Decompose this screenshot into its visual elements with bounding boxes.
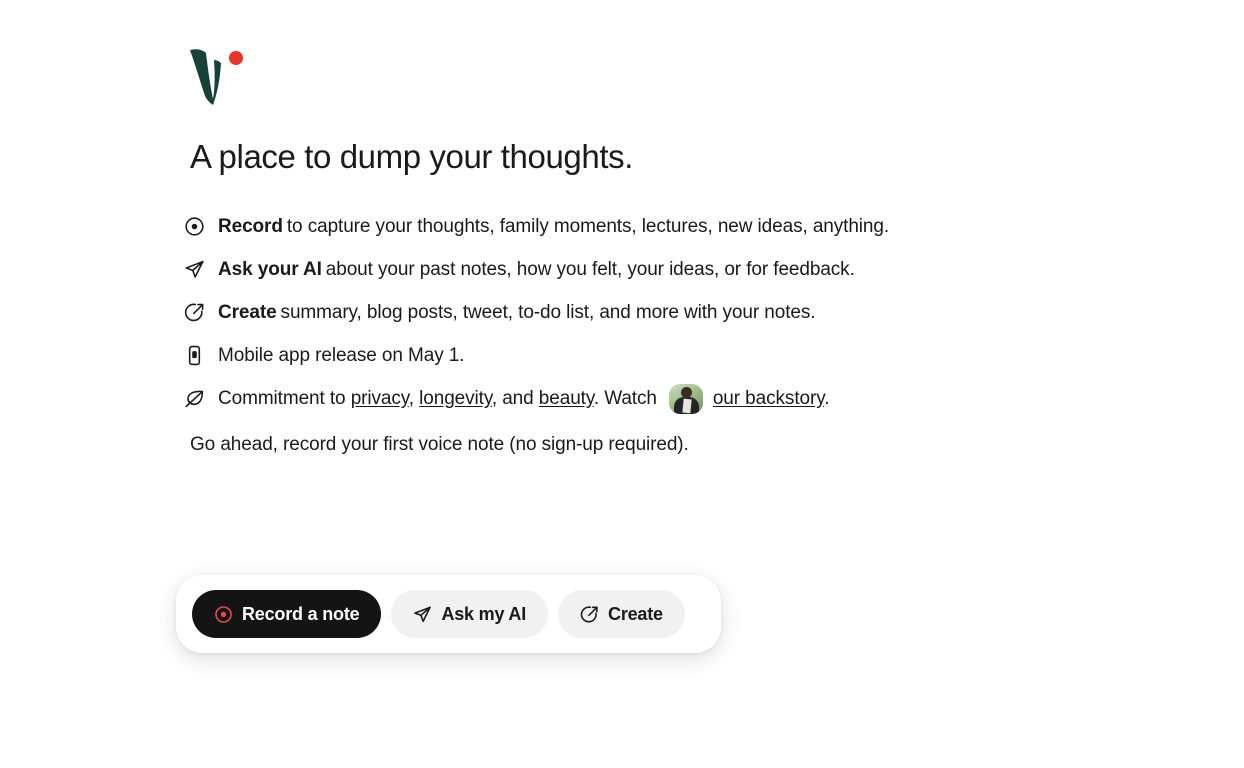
feature-text-ask: Ask your AI about your past notes, how yo…: [218, 258, 855, 282]
avatar-shirt: [682, 398, 692, 413]
founder-avatar[interactable]: [668, 383, 703, 414]
beauty-link[interactable]: beauty: [539, 388, 594, 409]
ask-my-ai-label: Ask my AI: [441, 603, 527, 624]
feature-row-commitment: Commitment to privacy, longevity, and be…: [184, 377, 1184, 420]
commitment-period: .: [824, 387, 830, 409]
feature-rest-record: to capture your thoughts, family moments…: [286, 215, 890, 237]
backstory-link[interactable]: our backstory: [713, 388, 824, 409]
feature-lead-ask: Ask your AI: [218, 258, 322, 280]
privacy-link[interactable]: privacy: [351, 388, 409, 409]
cta-toolbar: Record a note Ask my AI Create: [176, 575, 721, 653]
feature-lead-record: Record: [218, 215, 283, 237]
commitment-prefix: Commitment to: [218, 387, 346, 409]
brand-logo[interactable]: [186, 44, 246, 106]
record-circle-icon: [184, 214, 210, 240]
commitment-comma-1: ,: [408, 387, 414, 409]
page-title: A place to dump your thoughts.: [190, 138, 633, 175]
feature-text-mobile: Mobile app release on May 1.: [218, 344, 465, 368]
mobile-phone-icon: [184, 343, 210, 369]
feature-row-record: Record to capture your thoughts, family m…: [184, 205, 1184, 248]
feature-row-create: Create summary, blog posts, tweet, to-do …: [184, 291, 1184, 334]
feature-text-record: Record to capture your thoughts, family m…: [218, 215, 889, 239]
landing-page: A place to dump your thoughts. Record to …: [0, 0, 1244, 768]
commitment-comma-2: , and: [491, 387, 534, 409]
feature-rest-create: summary, blog posts, tweet, to-do list, …: [280, 301, 816, 323]
feature-list: Record to capture your thoughts, family m…: [184, 205, 1184, 420]
feature-rest-mobile: Mobile app release on May 1.: [218, 344, 465, 366]
leaf-icon: [184, 386, 210, 412]
paper-plane-icon: [184, 257, 210, 283]
logo-dot: [229, 51, 243, 65]
feature-rest-ask: about your past notes, how you felt, you…: [325, 258, 855, 280]
avatar-head: [680, 386, 692, 398]
record-a-note-label: Record a note: [242, 603, 360, 624]
paper-plane-icon: [413, 605, 432, 624]
feature-row-mobile: Mobile app release on May 1.: [184, 334, 1184, 377]
record-circle-icon: [214, 605, 233, 624]
edit-circle-icon: [580, 605, 599, 624]
feature-text-commitment: Commitment to privacy, longevity, and be…: [218, 383, 830, 414]
create-label: Create: [608, 603, 663, 624]
record-a-note-button[interactable]: Record a note: [192, 590, 382, 638]
ask-my-ai-button[interactable]: Ask my AI: [391, 590, 549, 638]
create-button[interactable]: Create: [558, 590, 685, 638]
feature-lead-create: Create: [218, 301, 277, 323]
feature-row-ask: Ask your AI about your past notes, how yo…: [184, 248, 1184, 291]
edit-circle-icon: [184, 300, 210, 326]
feature-text-create: Create summary, blog posts, tweet, to-do …: [218, 301, 816, 325]
longevity-link[interactable]: longevity: [419, 388, 492, 409]
logo-v-mark: [190, 49, 221, 105]
closing-text: Go ahead, record your first voice note (…: [190, 434, 689, 455]
commitment-watch: . Watch: [593, 387, 657, 409]
